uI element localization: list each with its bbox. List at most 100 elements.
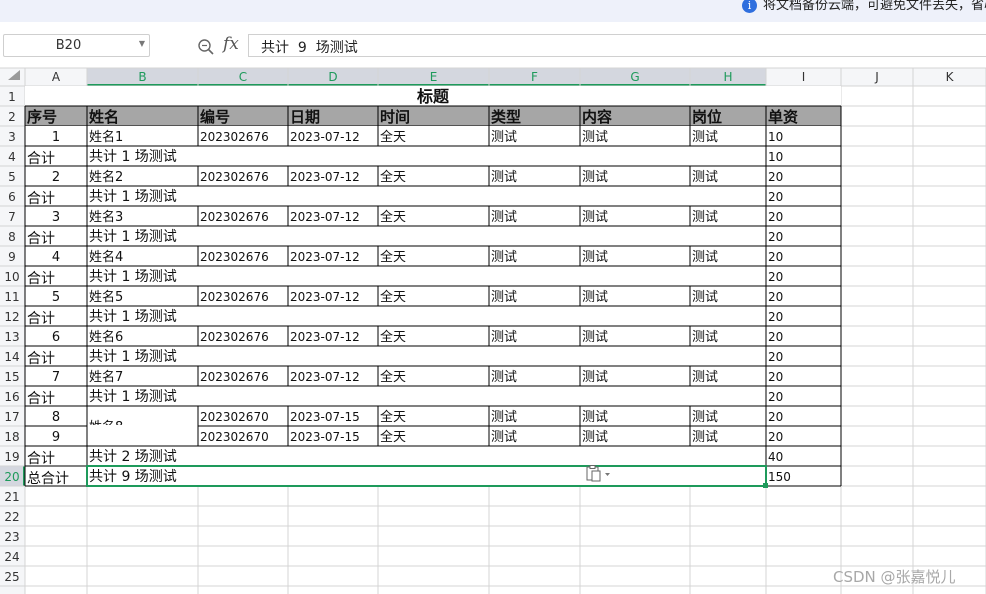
code-cell: 202302676: [200, 370, 269, 384]
subtotal-label: 合计: [27, 271, 55, 287]
code-cell: 202302676: [200, 170, 269, 184]
header-cell: 类型: [491, 108, 521, 126]
subtotal-text: 共计 1 场测试: [89, 189, 177, 205]
code-cell: 202302676: [200, 210, 269, 224]
header-cell: 序号: [27, 108, 57, 126]
subtotal-text: 共计 1 场测试: [89, 309, 177, 325]
post-cell: 测试: [692, 130, 718, 145]
subtotal-label: 合计: [27, 451, 55, 467]
amount-cell: 20: [768, 410, 783, 424]
table-row: [25, 366, 841, 386]
table-row: [25, 126, 841, 146]
header-cell: 时间: [380, 108, 410, 126]
subtotal-text: 共计 1 场测试: [89, 269, 177, 285]
header-cell: 内容: [582, 108, 612, 126]
header-cell: 日期: [290, 108, 320, 126]
column-header-f: F: [531, 70, 538, 84]
amount-cell: 20: [768, 330, 783, 344]
table-row: [25, 166, 841, 186]
amount-cell: 20: [768, 370, 783, 384]
column-header-d: D: [328, 70, 337, 84]
seq-cell: 6: [52, 330, 60, 345]
row-header-16: 16: [4, 390, 19, 404]
fill-handle[interactable]: [763, 483, 768, 488]
amount-cell: 20: [768, 170, 783, 184]
header-cell: 编号: [200, 108, 230, 126]
type-cell: 测试: [491, 410, 517, 425]
type-cell: 测试: [491, 250, 517, 265]
content-cell: 测试: [582, 410, 608, 425]
content-cell: 测试: [582, 210, 608, 225]
header-cell: 单资: [768, 108, 798, 126]
date-cell: 2023-07-12: [290, 170, 360, 184]
table-row: [25, 426, 841, 446]
date-cell: 2023-07-12: [290, 330, 360, 344]
code-cell: 202302676: [200, 250, 269, 264]
row-header-7: 7: [8, 210, 16, 224]
time-cell: 全天: [380, 429, 406, 445]
time-cell: 全天: [380, 289, 406, 305]
code-cell: 202302676: [200, 290, 269, 304]
date-cell: 2023-07-15: [290, 430, 360, 444]
date-cell: 2023-07-12: [290, 130, 360, 144]
row-header-21: 21: [4, 490, 19, 504]
content-cell: 测试: [582, 250, 608, 265]
row-header-6: 6: [8, 190, 16, 204]
name-cell: 姓名1: [89, 129, 123, 145]
row-header-11: 11: [4, 290, 19, 304]
column-header-j: J: [874, 70, 879, 84]
seq-cell: 7: [52, 370, 60, 385]
row-header-3: 3: [8, 130, 16, 144]
name-cell: 姓名5: [89, 289, 123, 305]
name-cell: 姓名7: [89, 369, 123, 385]
amount-cell: 40: [768, 450, 783, 464]
name-cell: 姓名4: [89, 249, 123, 265]
column-header-i: I: [802, 70, 806, 84]
watermark: CSDN @张嘉悦儿: [833, 568, 956, 586]
content-cell: 测试: [582, 430, 608, 445]
amount-cell: 20: [768, 310, 783, 324]
type-cell: 测试: [491, 430, 517, 445]
date-cell: 2023-07-15: [290, 410, 360, 424]
column-header-h: H: [723, 70, 732, 84]
header-cell: 岗位: [692, 108, 722, 126]
time-cell: 全天: [380, 129, 406, 145]
post-cell: 测试: [692, 210, 718, 225]
paste-options-icon[interactable]: [585, 465, 611, 483]
type-cell: 测试: [491, 210, 517, 225]
time-cell: 全天: [380, 209, 406, 225]
subtotal-label: 合计: [27, 151, 55, 167]
spreadsheet-grid[interactable]: A B C D E F G H I J K12345678910111213141516171819…: [0, 0, 986, 594]
post-cell: 测试: [692, 330, 718, 345]
type-cell: 测试: [491, 130, 517, 145]
selected-column-headers: [87, 68, 766, 86]
name-cell: 姓名2: [89, 169, 123, 185]
amount-cell: 20: [768, 390, 783, 404]
seq-cell: 3: [52, 210, 60, 225]
content-cell: 测试: [582, 170, 608, 185]
amount-cell: 20: [768, 350, 783, 364]
subtotal-text: 共计 1 场测试: [89, 349, 177, 365]
row-header-17: 17: [4, 410, 19, 424]
row-header-15: 15: [4, 370, 19, 384]
subtotal-label: 合计: [27, 311, 55, 327]
row-header-24: 24: [4, 550, 19, 564]
row-header-18: 18: [4, 430, 19, 444]
subtotal-label: 合计: [27, 391, 55, 407]
post-cell: 测试: [692, 430, 718, 445]
amount-cell: 20: [768, 250, 783, 264]
subtotal-text: 共计 2 场测试: [89, 449, 177, 465]
post-cell: 测试: [692, 290, 718, 305]
seq-cell: 9: [52, 430, 60, 445]
subtotal-label: 合计: [27, 191, 55, 207]
header-cell: 姓名: [89, 108, 119, 126]
content-cell: 测试: [582, 370, 608, 385]
row-header-14: 14: [4, 350, 19, 364]
amount-cell: 20: [768, 270, 783, 284]
table-row: [25, 206, 841, 226]
time-cell: 全天: [380, 409, 406, 425]
code-cell: 202302670: [200, 430, 269, 444]
type-cell: 测试: [491, 370, 517, 385]
subtotal-text: 共计 1 场测试: [89, 149, 177, 165]
type-cell: 测试: [491, 170, 517, 185]
